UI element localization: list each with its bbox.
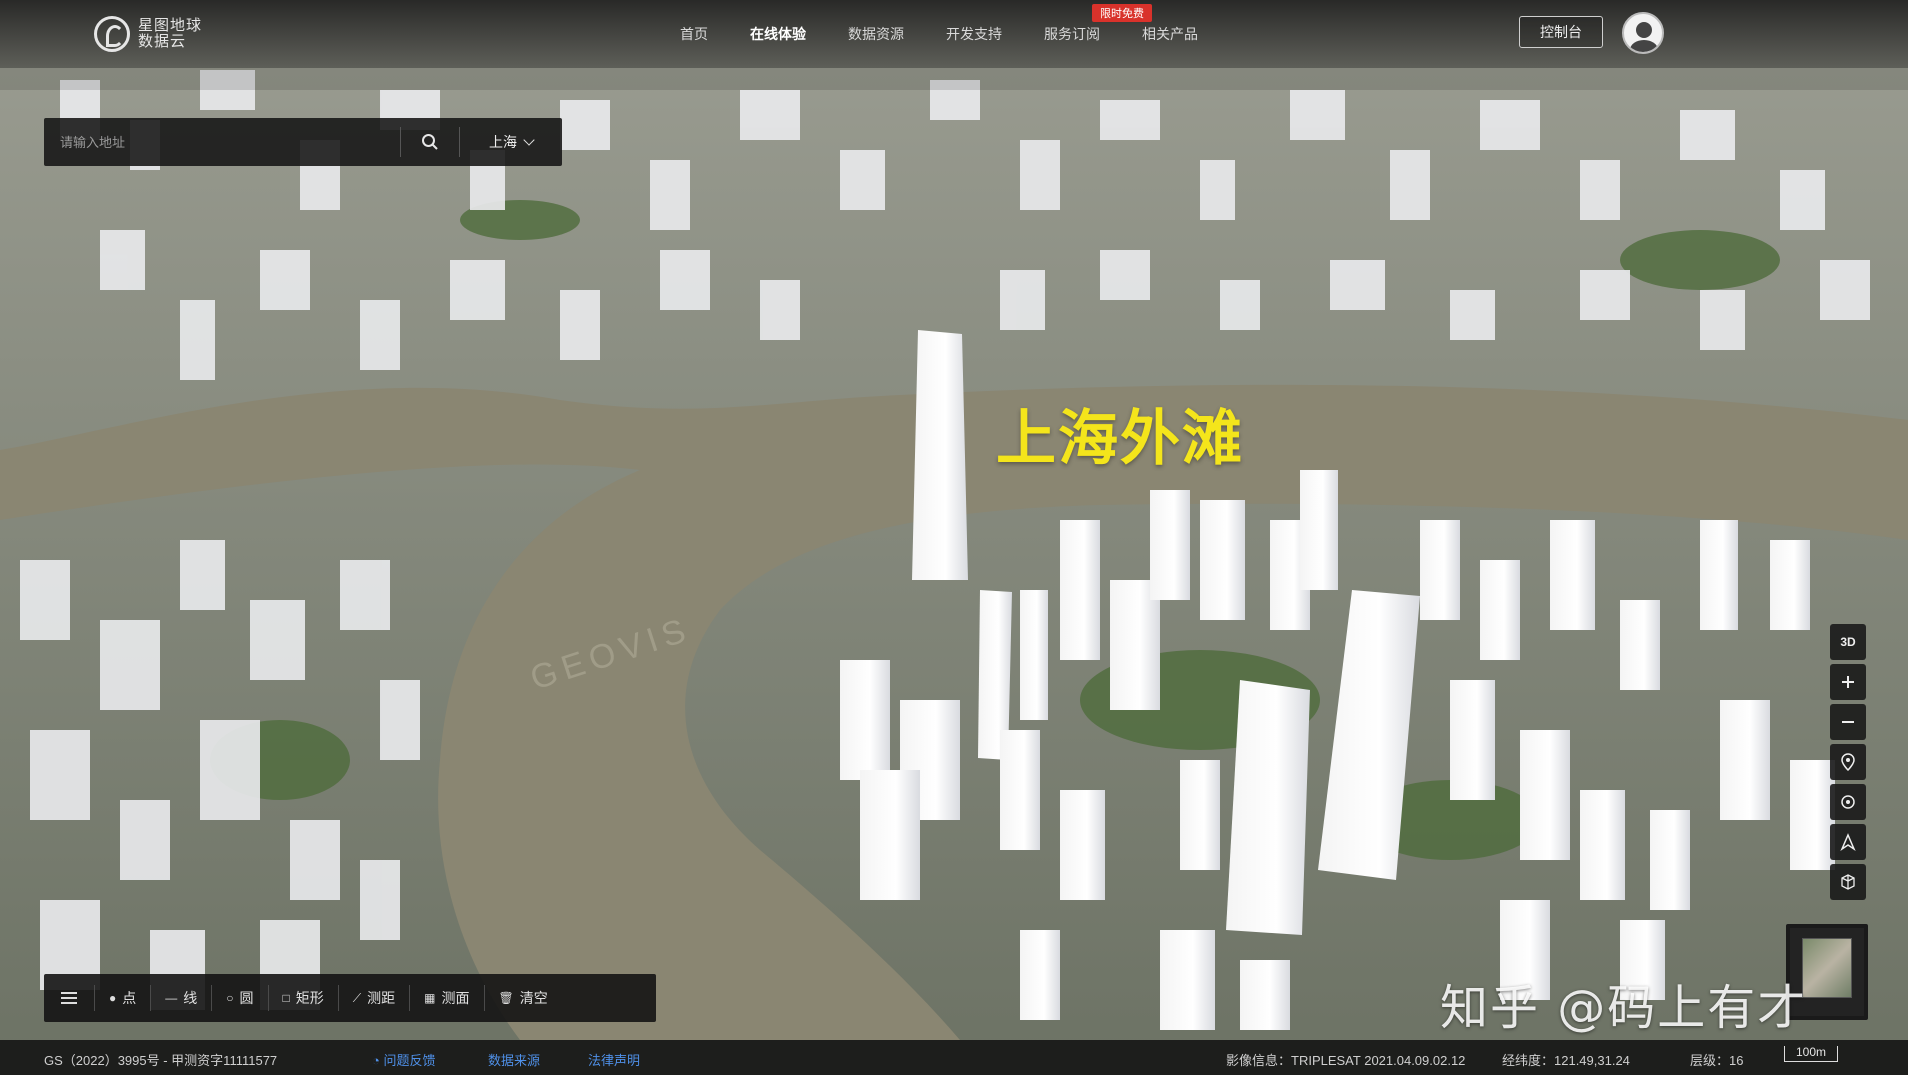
landmark-label: 上海外滩 <box>996 404 1244 474</box>
status-bar: GS（2022）3995号 - 甲测资字11111577 ◔ 问题反馈 数据来源… <box>0 1040 1908 1075</box>
plus-icon <box>1842 676 1854 688</box>
data-source-link[interactable]: 数据来源 <box>488 1050 540 1069</box>
zoom-in-button[interactable] <box>1830 664 1866 700</box>
nav-item-home[interactable]: 首页 <box>680 18 708 50</box>
feedback-icon: ◔ <box>372 1053 384 1068</box>
search-icon <box>422 134 438 150</box>
line-icon: ― <box>165 991 178 1005</box>
search-button[interactable] <box>401 118 459 166</box>
draw-circle-label: 圆 <box>239 990 254 1006</box>
layers-button[interactable] <box>1830 864 1866 900</box>
target-button[interactable] <box>1830 784 1866 820</box>
scale-bar: 100m <box>1784 1046 1838 1062</box>
minimap-thumbnail <box>1802 938 1852 998</box>
zoom-level: 层级：16 <box>1690 1053 1744 1068</box>
zhihu-watermark: 知乎 @码上有才 <box>1440 980 1808 1036</box>
logo-icon <box>94 16 130 52</box>
search-input[interactable] <box>44 118 400 166</box>
clear-button[interactable]: 🗑 清空 <box>485 988 562 1008</box>
draw-rectangle-label: 矩形 <box>295 990 324 1006</box>
cube-icon <box>1841 874 1855 890</box>
nav-item-online-experience[interactable]: 在线体验 <box>750 18 806 50</box>
zoom-out-button[interactable] <box>1830 704 1866 740</box>
map-tools: 3D <box>1830 624 1866 900</box>
clear-label: 清空 <box>519 990 548 1006</box>
nav-item-data-resources[interactable]: 数据资源 <box>848 18 904 50</box>
city-select[interactable]: 上海 <box>460 132 562 152</box>
legal-link[interactable]: 法律声明 <box>588 1050 640 1069</box>
console-button[interactable]: 控制台 <box>1519 16 1603 48</box>
city-select-value: 上海 <box>489 134 517 150</box>
toolbar-menu-button[interactable] <box>44 992 94 1004</box>
location-pin-icon <box>1841 753 1855 771</box>
brand-name-line1: 星图地球 <box>138 17 203 34</box>
compass-button[interactable] <box>1830 824 1866 860</box>
chevron-down-icon <box>523 134 535 146</box>
draw-rectangle-button[interactable]: □ 矩形 <box>269 988 338 1008</box>
3d-label: 3D <box>1840 635 1856 649</box>
measure-area-button[interactable]: ▦ 测面 <box>410 988 483 1008</box>
measure-area-label: 测面 <box>441 990 470 1006</box>
promo-badge: 限时免费 <box>1092 4 1152 22</box>
license-text: GS（2022）3995号 - 甲测资字11111577 <box>44 1053 278 1068</box>
nav-item-related-products[interactable]: 相关产品 <box>1142 18 1198 50</box>
brand-logo[interactable]: 星图地球 数据云 <box>94 14 202 54</box>
area-icon: ▦ <box>424 991 436 1005</box>
user-avatar[interactable] <box>1622 12 1664 54</box>
measure-distance-button[interactable]: ⟋ 测距 <box>339 988 409 1008</box>
circle-icon: ○ <box>226 991 234 1005</box>
3d-toggle-button[interactable]: 3D <box>1830 624 1866 660</box>
compass-icon <box>1840 833 1856 851</box>
crosshair-icon <box>1841 795 1855 809</box>
draw-point-button[interactable]: ● 点 <box>95 988 150 1008</box>
locate-button[interactable] <box>1830 744 1866 780</box>
feedback-label: 问题反馈 <box>383 1053 436 1068</box>
top-nav-bar: 星图地球 数据云 首页 在线体验 数据资源 开发支持 服务订阅 相关产品 限时免… <box>0 0 1908 68</box>
nav-item-developer-support[interactable]: 开发支持 <box>946 18 1002 50</box>
search-bar: 上海 <box>44 118 562 166</box>
draw-point-label: 点 <box>122 990 137 1006</box>
main-nav: 首页 在线体验 数据资源 开发支持 服务订阅 相关产品 <box>680 18 1240 50</box>
point-icon: ● <box>109 991 117 1005</box>
ruler-icon: ⟋ <box>352 990 362 1005</box>
imagery-info: 影像信息：TRIPLESAT 2021.04.09.02.12 <box>1226 1053 1466 1068</box>
measure-distance-label: 测距 <box>367 990 396 1006</box>
coordinates-readout: 经纬度：121.49,31.24 <box>1502 1053 1630 1068</box>
draw-line-label: 线 <box>183 990 198 1006</box>
landmark-tower <box>912 330 968 580</box>
brand-name-line2: 数据云 <box>138 33 187 50</box>
feedback-link[interactable]: ◔ 问题反馈 <box>372 1050 435 1069</box>
draw-toolbar: ● 点 ― 线 ○ 圆 □ 矩形 ⟋ 测距 ▦ 测面 🗑 清空 <box>44 974 656 1022</box>
minus-icon <box>1842 721 1854 723</box>
trash-icon: 🗑 <box>498 991 514 1005</box>
draw-circle-button[interactable]: ○ 圆 <box>212 988 267 1008</box>
rectangle-icon: □ <box>282 991 290 1005</box>
nav-item-service-subscription[interactable]: 服务订阅 <box>1044 18 1100 50</box>
draw-line-button[interactable]: ― 线 <box>151 988 211 1008</box>
scale-label: 100m <box>1795 1045 1827 1059</box>
